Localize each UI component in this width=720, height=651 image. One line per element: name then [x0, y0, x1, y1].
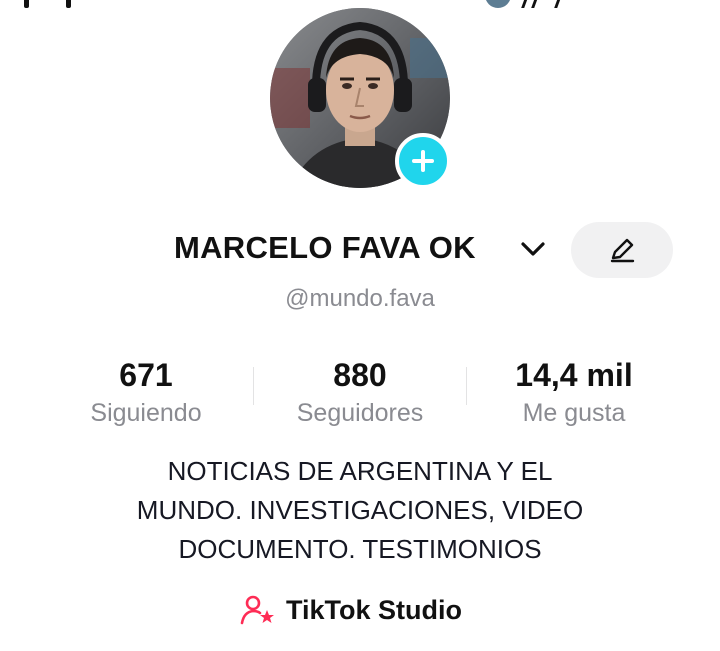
status-bar-fragment [66, 0, 71, 8]
status-avatar-fragment [485, 0, 511, 8]
tiktok-studio-link[interactable]: TikTok Studio [240, 590, 462, 630]
stat-divider [466, 367, 467, 405]
stat-label: Me gusta [522, 399, 626, 427]
stat-following[interactable]: 671 Siguiendo [70, 355, 222, 429]
stat-divider [253, 367, 254, 405]
chevron-down-icon[interactable] [518, 238, 548, 260]
profile-display-name: MARCELO FAVA OK [174, 230, 476, 265]
edit-profile-button[interactable] [571, 222, 673, 278]
bio-line: NOTICIAS DE ARGENTINA Y EL [167, 456, 553, 486]
stat-label: Siguiendo [90, 399, 202, 427]
status-bar-fragment [554, 0, 561, 8]
stat-value: 14,4 mil [515, 357, 633, 393]
stat-value: 880 [333, 357, 387, 393]
profile-handle: @mundo.fava [285, 285, 435, 312]
stat-likes[interactable]: 14,4 mil Me gusta [494, 355, 654, 429]
stat-value: 671 [119, 357, 173, 393]
stat-label: Seguidores [296, 399, 424, 427]
tiktok-studio-label: TikTok Studio [286, 594, 463, 625]
profile-avatar-container [270, 8, 451, 189]
creator-star-icon [240, 595, 274, 625]
add-avatar-button[interactable] [395, 133, 451, 189]
profile-bio: NOTICIAS DE ARGENTINA Y EL MUNDO. INVEST… [0, 452, 720, 569]
bio-line: MUNDO. INVESTIGACIONES, VIDEO [136, 495, 584, 525]
status-bar-fragment [24, 0, 29, 8]
bio-line: DOCUMENTO. TESTIMONIOS [178, 534, 542, 564]
profile-name-row: MARCELO FAVA OK [0, 222, 720, 278]
status-bar-fragment [521, 0, 528, 8]
status-bar-fragment [531, 0, 538, 8]
pencil-icon [610, 238, 635, 263]
stat-followers[interactable]: 880 Seguidores [280, 355, 440, 429]
profile-stats: 671 Siguiendo 880 Seguidores 14,4 mil Me… [0, 355, 720, 435]
